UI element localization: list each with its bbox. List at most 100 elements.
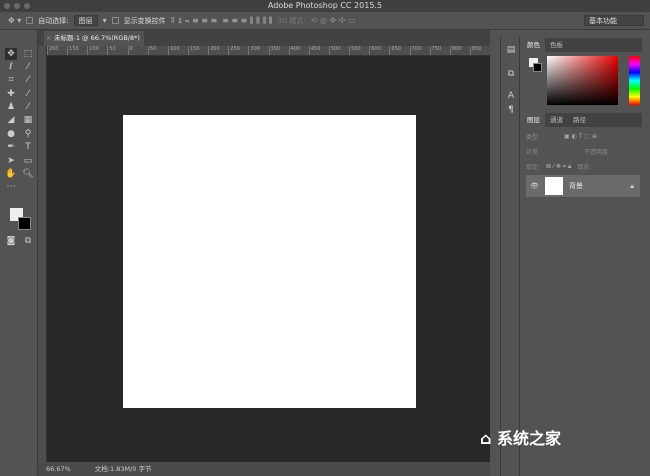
hue-slider[interactable] xyxy=(629,56,640,105)
lasso-tool-icon[interactable]: ℓ xyxy=(5,61,17,73)
paragraph-panel-icon[interactable]: ¶ xyxy=(505,104,517,116)
workspace-dropdown[interactable]: 基本功能 xyxy=(584,15,644,26)
minimize-window-button[interactable] xyxy=(14,3,20,9)
more-tools-icon[interactable]: ⋯ xyxy=(5,181,17,193)
marquee-tool-icon[interactable]: ⬚ xyxy=(22,48,34,60)
dodge-tool-icon[interactable]: ⚲ xyxy=(22,128,34,140)
panel-icon-column: ▤ ⧉ A ¶ xyxy=(500,36,520,476)
tab-channels[interactable]: 通道 xyxy=(545,113,568,127)
show-transform-checkbox[interactable] xyxy=(111,17,119,24)
right-panels: 颜色 色板 图层 通道 路径 类型 ▣ ◐ T ⬚ ⊕ 正常 不透明度: 锁定:… xyxy=(522,36,650,476)
ruler-tick: 200 xyxy=(47,46,67,55)
close-tab-icon[interactable]: × xyxy=(46,31,51,46)
layers-panel-tabs: 图层 通道 路径 xyxy=(522,113,642,127)
brush-tool-icon[interactable]: ⁄ xyxy=(22,88,34,100)
tab-layers[interactable]: 图层 xyxy=(522,113,545,127)
ruler-tick: 150 xyxy=(187,46,208,55)
ruler-tick: 750 xyxy=(429,46,450,55)
title-bar: Adobe Photoshop CC 2015.5 xyxy=(0,0,650,12)
crop-tool-icon[interactable]: ⌗ xyxy=(5,74,17,86)
filter-icons[interactable]: ▣ ◐ T ⬚ ⊕ xyxy=(564,133,597,140)
ruler-tick: 850 xyxy=(469,46,490,55)
ruler-tick: 250 xyxy=(228,46,248,55)
tab-swatches[interactable]: 色板 xyxy=(545,38,568,52)
path-selection-icon[interactable]: ➤ xyxy=(5,155,17,167)
ruler-tick: 50 xyxy=(147,46,168,55)
layer-name: 背景 xyxy=(568,182,583,190)
document-canvas[interactable] xyxy=(123,115,416,408)
tools-panel: ✥ ⬚ ℓ ⁄ ⌗ ⁄ ✚ ⁄ ♟ ⁄ ◢ ▦ ● ⚲ ✒ T ➤ ▭ ✋ 🔍︎… xyxy=(0,30,38,476)
3d-tools-icons[interactable]: ⟲ ◎ ✥ ✣ ▭ xyxy=(311,16,356,25)
clone-stamp-icon[interactable]: ♟ xyxy=(5,101,17,113)
show-transform-label: 显示变换控件 xyxy=(123,16,166,25)
opacity-label: 不透明度: xyxy=(584,149,611,156)
healing-brush-icon[interactable]: ✚ xyxy=(5,88,17,100)
eye-icon[interactable]: 👁︎ xyxy=(530,182,539,190)
move-tool-icon[interactable]: ✥ ▾ xyxy=(8,16,21,25)
hand-tool-icon[interactable]: ✋ xyxy=(5,168,17,180)
watermark-logo: ⌂ 系统之家 xyxy=(480,429,562,448)
pen-tool-icon[interactable]: ✒ xyxy=(5,141,17,153)
magic-wand-icon[interactable]: ⁄ xyxy=(22,61,34,73)
document-tab[interactable]: × 未标题-1 @ 66.7%(RGB/8*) xyxy=(44,31,144,46)
ruler-tick: 600 xyxy=(369,46,389,55)
lock-icon: 🔒︎ xyxy=(630,181,634,190)
canvas-area[interactable] xyxy=(47,56,490,462)
filter-kind-dropdown[interactable]: 类型 xyxy=(526,132,538,141)
document-info[interactable]: 文档:1.83M/0 字节 xyxy=(95,462,152,476)
tab-color[interactable]: 颜色 xyxy=(522,38,545,52)
status-bar: 66.67% 文档:1.83M/0 字节 xyxy=(38,462,490,476)
layer-thumbnail xyxy=(544,177,563,195)
ruler-tick: 650 xyxy=(389,46,409,55)
vertical-ruler xyxy=(38,46,47,462)
move-tool-icon[interactable]: ✥ xyxy=(5,48,17,60)
lock-label: 锁定: xyxy=(526,164,541,171)
character-panel-icon[interactable]: A xyxy=(505,90,517,102)
3d-mode-label: 3D 模式: xyxy=(277,16,306,25)
color-bg-swatch[interactable] xyxy=(533,63,542,72)
auto-select-checkbox[interactable] xyxy=(26,17,34,24)
ruler-tick: 300 xyxy=(248,46,268,55)
color-field[interactable] xyxy=(547,56,618,105)
eyedropper-icon[interactable]: ⁄ xyxy=(22,74,34,86)
blend-mode-dropdown[interactable]: 正常 xyxy=(526,147,578,156)
background-color-swatch[interactable] xyxy=(18,217,31,230)
ruler-tick: 150 xyxy=(67,46,87,55)
document-tab-title: 未标题-1 @ 66.7%(RGB/8*) xyxy=(54,34,140,42)
layer-row[interactable]: 👁︎ 背景 🔒︎ xyxy=(526,175,640,197)
zoom-level[interactable]: 66.67% xyxy=(46,462,71,476)
align-icons[interactable]: ⫪ ⫫ ⫬ ≡ ≡ ≡ xyxy=(171,16,218,26)
blur-tool-icon[interactable]: ● xyxy=(5,128,17,140)
options-bar: ✥ ▾ 自动选择: 图层 ▾ 显示变换控件 ⫪ ⫫ ⫬ ≡ ≡ ≡ ≡ ≡ ≡ … xyxy=(0,12,650,30)
lock-icons[interactable]: ⊠ ⁄ ✥ ⌗ 🔒︎ xyxy=(546,163,571,171)
ruler-tick: 350 xyxy=(268,46,289,55)
zoom-window-button[interactable] xyxy=(24,3,30,9)
rectangle-tool-icon[interactable]: ▭ xyxy=(22,155,34,167)
history-panel-icon[interactable]: ▤ xyxy=(505,44,517,56)
ruler-tick: 400 xyxy=(288,46,309,55)
ruler-tick: 500 xyxy=(328,46,349,55)
close-window-button[interactable] xyxy=(4,3,10,9)
fill-label: 填充: xyxy=(577,164,592,171)
ruler-tick: 0 xyxy=(127,46,148,55)
tab-paths[interactable]: 路径 xyxy=(568,113,591,127)
document-tab-strip: × 未标题-1 @ 66.7%(RGB/8*) xyxy=(38,30,490,46)
ruler-tick: 700 xyxy=(409,46,430,55)
type-tool-icon[interactable]: T xyxy=(22,141,34,153)
screen-mode-icon[interactable]: ⧉ xyxy=(22,235,34,247)
auto-select-dropdown[interactable]: 图层 xyxy=(73,15,98,26)
gradient-tool-icon[interactable]: ▦ xyxy=(22,114,34,126)
history-brush-icon[interactable]: ⁄ xyxy=(22,101,34,113)
horizontal-ruler: 200 150 100 50 0 50 100 150 200 250 300 350 400 450 50… xyxy=(47,46,490,56)
properties-panel-icon[interactable]: ⧉ xyxy=(505,68,517,80)
ruler-tick: 550 xyxy=(349,46,369,55)
ruler-tick: 800 xyxy=(449,46,470,55)
color-panel-tabs: 颜色 色板 xyxy=(522,38,642,52)
ruler-tick: 100 xyxy=(167,46,188,55)
eraser-tool-icon[interactable]: ◢ xyxy=(5,114,17,126)
distribute-icons[interactable]: ≡ ≡ ≡ ⫼ ⫼ ⫼ ⫼ xyxy=(222,16,272,26)
ruler-tick: 200 xyxy=(208,46,228,55)
zoom-tool-icon[interactable]: 🔍︎ xyxy=(22,168,34,180)
auto-select-label: 自动选择: xyxy=(38,16,69,25)
quick-mask-icon[interactable]: ◙ xyxy=(5,235,17,247)
